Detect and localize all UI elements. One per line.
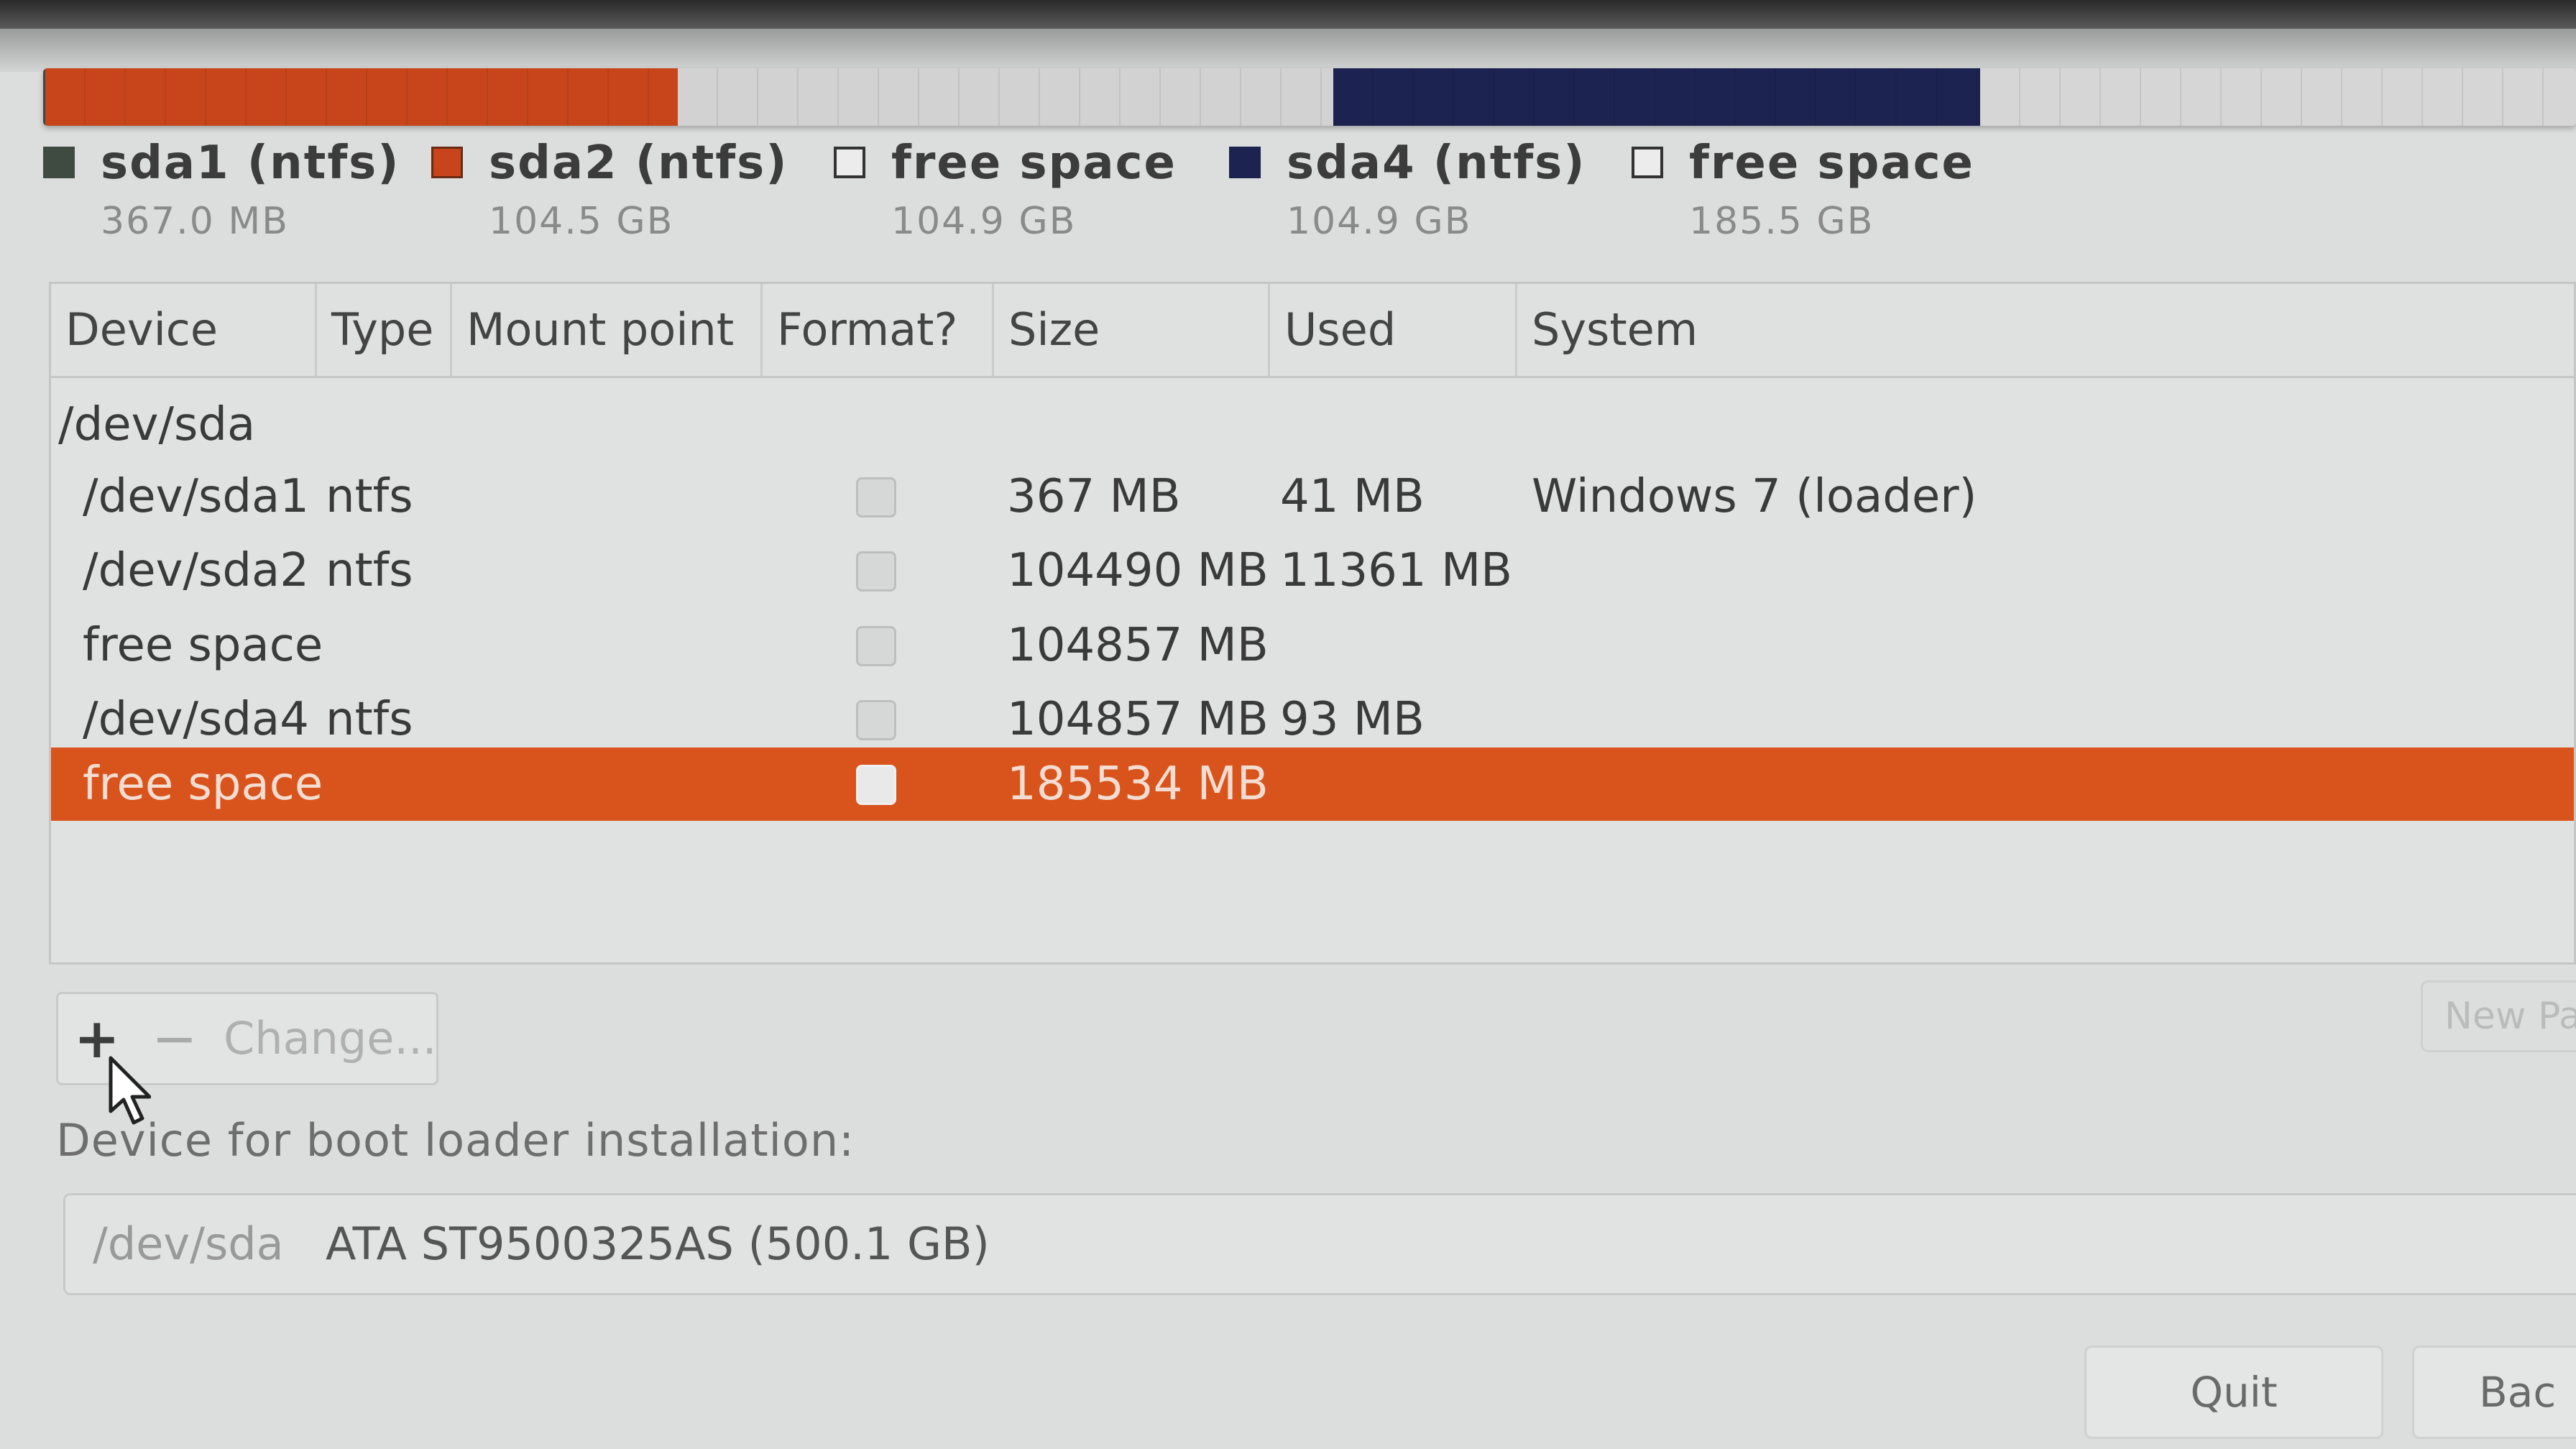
format-checkbox[interactable]: [856, 626, 896, 666]
boot-device-model: ATA ST9500325AS (500.1 GB): [326, 1218, 990, 1270]
legend-name: sda2 (ntfs): [489, 137, 788, 190]
partition-legend: sda1 (ntfs) 367.0 MB sda2 (ntfs) 104.5 G…: [43, 137, 2415, 252]
table-row[interactable]: /dev/sda2 ntfs 104490 MB 11361 MB: [51, 534, 2574, 607]
table-row[interactable]: free space 104857 MB: [51, 609, 2574, 682]
partition-table: Device Type Mount point Format? Size Use…: [49, 282, 2576, 965]
format-checkbox[interactable]: [856, 765, 896, 805]
legend-size: 367.0 MB: [101, 200, 289, 243]
system-cell: Windows 7 (loader): [1532, 470, 1977, 523]
legend-swatch: [43, 147, 75, 178]
size-cell: 104857 MB: [1007, 619, 1269, 672]
boot-loader-label: Device for boot loader installation:: [56, 1114, 855, 1167]
change-partition-button[interactable]: Change...: [224, 994, 437, 1083]
partition-bar: [43, 68, 2576, 126]
format-checkbox[interactable]: [856, 700, 896, 740]
device-cell: /dev/sda2: [83, 544, 309, 597]
remove-partition-button[interactable]: −: [152, 994, 198, 1083]
size-cell: 367 MB: [1007, 470, 1181, 523]
column-header-type[interactable]: Type: [317, 284, 452, 376]
size-cell: 104490 MB: [1007, 544, 1269, 597]
column-header-size[interactable]: Size: [994, 284, 1270, 376]
table-row[interactable]: /dev/sda4 ntfs 104857 MB 93 MB: [51, 683, 2574, 756]
legend-size: 104.9 GB: [891, 200, 1077, 243]
type-cell: ntfs: [326, 544, 413, 597]
quit-button[interactable]: Quit: [2084, 1346, 2383, 1439]
boot-loader-device-select[interactable]: /dev/sda ATA ST9500325AS (500.1 GB): [63, 1193, 2576, 1295]
partition-segment-free-space-2: [1980, 68, 2576, 126]
legend-size: 104.9 GB: [1287, 200, 1472, 243]
column-header-system[interactable]: System: [1517, 284, 2574, 376]
type-cell: ntfs: [326, 470, 413, 523]
column-header-device[interactable]: Device: [51, 284, 317, 376]
used-cell: 11361 MB: [1280, 544, 1513, 597]
column-header-mount-point[interactable]: Mount point: [452, 284, 763, 376]
back-button[interactable]: Bac: [2412, 1346, 2576, 1439]
size-cell: 104857 MB: [1007, 693, 1269, 746]
legend-size: 104.5 GB: [489, 200, 674, 243]
table-row-disk[interactable]: /dev/sda: [51, 388, 2574, 461]
legend-name: free space: [891, 137, 1177, 190]
column-header-format[interactable]: Format?: [763, 284, 994, 376]
column-header-used[interactable]: Used: [1270, 284, 1517, 376]
boot-device-path: /dev/sda: [93, 1218, 284, 1270]
device-cell: /dev/sda4: [83, 693, 309, 746]
format-checkbox[interactable]: [856, 477, 896, 518]
table-header: Device Type Mount point Format? Size Use…: [51, 284, 2574, 378]
size-cell: 185534 MB: [1007, 758, 1269, 811]
disk-device-cell: /dev/sda: [58, 398, 256, 451]
type-cell: ntfs: [326, 693, 413, 746]
new-partition-table-button[interactable]: New Pa: [2421, 980, 2576, 1052]
legend-swatch: [834, 147, 865, 178]
legend-name: sda4 (ntfs): [1287, 137, 1586, 190]
legend-name: free space: [1689, 137, 1974, 190]
device-cell: free space: [83, 758, 323, 811]
partition-segment-sda2: [45, 68, 678, 126]
device-cell: free space: [83, 619, 323, 672]
window-top-edge: [0, 0, 2576, 29]
used-cell: 93 MB: [1280, 693, 1425, 746]
table-row[interactable]: /dev/sda1 ntfs 367 MB 41 MB Windows 7 (l…: [51, 460, 2574, 533]
legend-size: 185.5 GB: [1689, 200, 1874, 243]
device-cell: /dev/sda1: [83, 470, 309, 523]
window-header-area: [0, 29, 2576, 72]
legend-swatch: [431, 147, 463, 178]
legend-swatch: [1229, 147, 1261, 178]
legend-name: sda1 (ntfs): [101, 137, 400, 190]
table-row-selected[interactable]: free space 185534 MB: [51, 748, 2574, 821]
format-checkbox[interactable]: [856, 551, 896, 592]
partition-segment-free-space-1: [678, 68, 1333, 126]
legend-swatch: [1632, 147, 1663, 178]
partition-segment-sda4: [1333, 68, 1980, 126]
used-cell: 41 MB: [1280, 470, 1425, 523]
